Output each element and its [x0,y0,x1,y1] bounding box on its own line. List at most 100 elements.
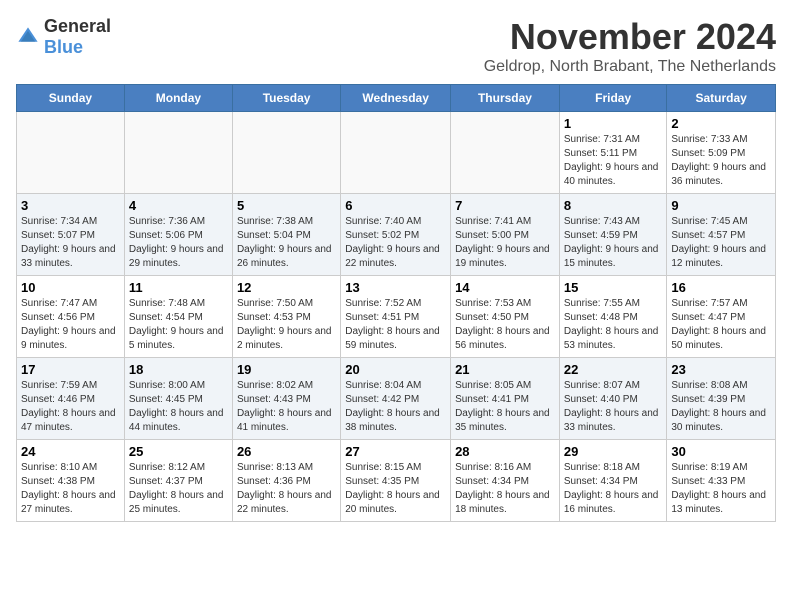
col-header-saturday: Saturday [667,85,776,112]
day-info: Sunrise: 7:38 AM Sunset: 5:04 PM Dayligh… [237,215,336,271]
calendar-cell: 18 Sunrise: 8:00 AM Sunset: 4:45 PM Dayli… [124,358,232,440]
calendar-cell: 6 Sunrise: 7:40 AM Sunset: 5:02 PM Daylig… [341,194,451,276]
calendar-cell: 28Sunrise: 8:16 AM Sunset: 4:34 PM Dayli… [451,440,560,522]
calendar-cell: 12 Sunrise: 7:50 AM Sunset: 4:53 PM Dayli… [232,276,340,358]
day-number: 14 [455,280,555,295]
day-number: 20 [345,362,446,377]
day-info: Sunrise: 8:18 AM Sunset: 4:34 PM Dayligh… [564,461,663,517]
calendar-cell: 24 Sunrise: 8:10 AM Sunset: 4:38 PM Dayli… [17,440,125,522]
calendar-cell: 23 Sunrise: 8:08 AM Sunset: 4:39 PM Dayli… [667,358,776,440]
day-info: Sunrise: 8:05 AM Sunset: 4:41 PM Dayligh… [455,379,555,435]
day-info: Sunrise: 7:31 AM Sunset: 5:11 PM Dayligh… [564,133,663,189]
calendar-cell: 22 Sunrise: 8:07 AM Sunset: 4:40 PM Dayli… [559,358,667,440]
week-row-2: 3 Sunrise: 7:34 AM Sunset: 5:07 PM Daylig… [17,194,776,276]
calendar-cell: 19Sunrise: 8:02 AM Sunset: 4:43 PM Dayli… [232,358,340,440]
day-number: 11 [129,280,228,295]
calendar-cell [341,112,451,194]
logo-blue: Blue [44,37,83,57]
calendar-cell: 7 Sunrise: 7:41 AM Sunset: 5:00 PM Daylig… [451,194,560,276]
day-info: Sunrise: 7:50 AM Sunset: 4:53 PM Dayligh… [237,297,336,353]
day-info: Sunrise: 8:04 AM Sunset: 4:42 PM Dayligh… [345,379,446,435]
day-number: 26 [237,444,336,459]
day-info: Sunrise: 7:40 AM Sunset: 5:02 PM Dayligh… [345,215,446,271]
day-number: 30 [671,444,771,459]
calendar-cell: 27 Sunrise: 8:15 AM Sunset: 4:35 PM Dayli… [341,440,451,522]
day-number: 27 [345,444,446,459]
calendar-cell: 9Sunrise: 7:45 AM Sunset: 4:57 PM Daylig… [667,194,776,276]
col-header-wednesday: Wednesday [341,85,451,112]
header: General Blue November 2024 Geldrop, Nort… [16,16,776,76]
day-number: 2 [671,116,771,131]
day-number: 29 [564,444,663,459]
col-header-monday: Monday [124,85,232,112]
week-row-5: 24 Sunrise: 8:10 AM Sunset: 4:38 PM Dayli… [17,440,776,522]
calendar-cell: 3 Sunrise: 7:34 AM Sunset: 5:07 PM Daylig… [17,194,125,276]
day-number: 1 [564,116,663,131]
day-number: 7 [455,198,555,213]
day-number: 18 [129,362,228,377]
day-number: 22 [564,362,663,377]
day-info: Sunrise: 7:45 AM Sunset: 4:57 PM Dayligh… [671,215,771,271]
day-info: Sunrise: 8:07 AM Sunset: 4:40 PM Dayligh… [564,379,663,435]
day-number: 5 [237,198,336,213]
calendar-cell: 8 Sunrise: 7:43 AM Sunset: 4:59 PM Daylig… [559,194,667,276]
calendar-cell: 16 Sunrise: 7:57 AM Sunset: 4:47 PM Dayli… [667,276,776,358]
calendar-table: SundayMondayTuesdayWednesdayThursdayFrid… [16,84,776,522]
day-number: 16 [671,280,771,295]
day-info: Sunrise: 8:10 AM Sunset: 4:38 PM Dayligh… [21,461,120,517]
day-info: Sunrise: 7:41 AM Sunset: 5:00 PM Dayligh… [455,215,555,271]
day-number: 3 [21,198,120,213]
day-number: 25 [129,444,228,459]
calendar-cell: 14Sunrise: 7:53 AM Sunset: 4:50 PM Dayli… [451,276,560,358]
main-title: November 2024 [484,16,776,58]
calendar-cell [17,112,125,194]
header-row: SundayMondayTuesdayWednesdayThursdayFrid… [17,85,776,112]
day-info: Sunrise: 8:15 AM Sunset: 4:35 PM Dayligh… [345,461,446,517]
calendar-cell: 21Sunrise: 8:05 AM Sunset: 4:41 PM Dayli… [451,358,560,440]
col-header-sunday: Sunday [17,85,125,112]
day-info: Sunrise: 7:59 AM Sunset: 4:46 PM Dayligh… [21,379,120,435]
day-info: Sunrise: 7:43 AM Sunset: 4:59 PM Dayligh… [564,215,663,271]
day-number: 15 [564,280,663,295]
day-info: Sunrise: 8:16 AM Sunset: 4:34 PM Dayligh… [455,461,555,517]
day-number: 6 [345,198,446,213]
calendar-cell [124,112,232,194]
calendar-cell: 15Sunrise: 7:55 AM Sunset: 4:48 PM Dayli… [559,276,667,358]
calendar-cell: 11Sunrise: 7:48 AM Sunset: 4:54 PM Dayli… [124,276,232,358]
day-number: 10 [21,280,120,295]
calendar-cell: 10Sunrise: 7:47 AM Sunset: 4:56 PM Dayli… [17,276,125,358]
calendar-cell [232,112,340,194]
subtitle: Geldrop, North Brabant, The Netherlands [484,58,776,76]
calendar-cell: 5 Sunrise: 7:38 AM Sunset: 5:04 PM Daylig… [232,194,340,276]
col-header-friday: Friday [559,85,667,112]
day-info: Sunrise: 8:02 AM Sunset: 4:43 PM Dayligh… [237,379,336,435]
calendar-cell: 29 Sunrise: 8:18 AM Sunset: 4:34 PM Dayli… [559,440,667,522]
week-row-1: 1 Sunrise: 7:31 AM Sunset: 5:11 PM Daylig… [17,112,776,194]
logo-general: General [44,16,111,36]
calendar-cell: 4 Sunrise: 7:36 AM Sunset: 5:06 PM Daylig… [124,194,232,276]
title-area: November 2024 Geldrop, North Brabant, Th… [484,16,776,76]
col-header-thursday: Thursday [451,85,560,112]
day-number: 12 [237,280,336,295]
day-info: Sunrise: 7:57 AM Sunset: 4:47 PM Dayligh… [671,297,771,353]
calendar-cell: 13Sunrise: 7:52 AM Sunset: 4:51 PM Dayli… [341,276,451,358]
day-number: 4 [129,198,228,213]
day-number: 8 [564,198,663,213]
calendar-cell: 26 Sunrise: 8:13 AM Sunset: 4:36 PM Dayli… [232,440,340,522]
day-info: Sunrise: 7:33 AM Sunset: 5:09 PM Dayligh… [671,133,771,189]
week-row-4: 17Sunrise: 7:59 AM Sunset: 4:46 PM Dayli… [17,358,776,440]
day-info: Sunrise: 8:00 AM Sunset: 4:45 PM Dayligh… [129,379,228,435]
day-info: Sunrise: 7:36 AM Sunset: 5:06 PM Dayligh… [129,215,228,271]
calendar-cell: 17Sunrise: 7:59 AM Sunset: 4:46 PM Dayli… [17,358,125,440]
logo: General Blue [16,16,111,58]
calendar-cell: 30Sunrise: 8:19 AM Sunset: 4:33 PM Dayli… [667,440,776,522]
calendar-cell: 2 Sunrise: 7:33 AM Sunset: 5:09 PM Daylig… [667,112,776,194]
day-info: Sunrise: 8:08 AM Sunset: 4:39 PM Dayligh… [671,379,771,435]
day-info: Sunrise: 7:34 AM Sunset: 5:07 PM Dayligh… [21,215,120,271]
calendar-cell: 20 Sunrise: 8:04 AM Sunset: 4:42 PM Dayli… [341,358,451,440]
day-number: 24 [21,444,120,459]
day-info: Sunrise: 8:13 AM Sunset: 4:36 PM Dayligh… [237,461,336,517]
day-number: 23 [671,362,771,377]
week-row-3: 10Sunrise: 7:47 AM Sunset: 4:56 PM Dayli… [17,276,776,358]
day-info: Sunrise: 7:52 AM Sunset: 4:51 PM Dayligh… [345,297,446,353]
